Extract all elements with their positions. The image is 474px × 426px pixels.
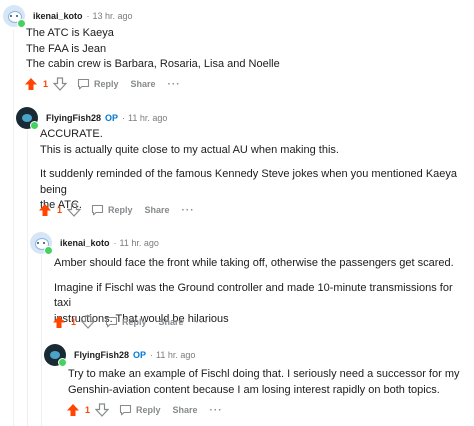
comment-header: FlyingFish28 OP · 11 hr. ago xyxy=(44,344,195,367)
comment-text-line: The cabin crew is Barbara, Rosaria, Lisa… xyxy=(26,58,280,70)
comment-body: Try to make an example of Fischl doing t… xyxy=(68,367,472,398)
comment-bubble-icon xyxy=(91,204,104,216)
separator: · xyxy=(113,238,117,248)
comment: ikenai_koto · 11 hr. ago Amber should fa… xyxy=(0,225,474,340)
timestamp[interactable]: 13 hr. ago xyxy=(93,11,133,21)
comment-text-line: The FAA is Jean xyxy=(26,42,107,55)
timestamp[interactable]: 11 hr. ago xyxy=(156,350,195,360)
share-button[interactable]: Share xyxy=(159,317,184,327)
comment-header: ikenai_koto · 13 hr. ago xyxy=(3,5,133,28)
comment-bubble-icon xyxy=(119,404,132,416)
username[interactable]: ikenai_koto xyxy=(33,11,83,21)
reply-label: Reply xyxy=(136,405,161,415)
comment-text-line: It suddenly reminded of the famous Kenne… xyxy=(40,168,458,196)
comment-actions: 1 Reply Share ··· xyxy=(38,202,195,218)
reply-button[interactable]: Reply xyxy=(119,404,161,416)
vote-score: 1 xyxy=(85,405,91,415)
comment-text-line: Genshin-aviation content because I am lo… xyxy=(68,383,440,396)
comment-actions: 1 Reply Share ··· xyxy=(52,314,209,330)
vote-score: 1 xyxy=(43,79,49,89)
online-status-icon xyxy=(58,358,67,367)
vote-score: 1 xyxy=(57,205,63,215)
timestamp[interactable]: 11 hr. ago xyxy=(120,238,159,248)
reply-label: Reply xyxy=(94,79,119,89)
separator: · xyxy=(86,11,90,21)
more-options-button[interactable]: ··· xyxy=(168,79,181,90)
comment: FlyingFish28 OP · 11 hr. ago ACCURATE. T… xyxy=(0,100,474,225)
reply-button[interactable]: Reply xyxy=(77,78,119,90)
comment: ikenai_koto · 13 hr. ago The ATC is Kaey… xyxy=(0,0,474,100)
upvote-arrow-icon[interactable] xyxy=(24,77,38,91)
vote-score: 1 xyxy=(71,317,77,327)
downvote-arrow-icon[interactable] xyxy=(53,77,68,91)
online-status-icon xyxy=(44,246,53,255)
avatar[interactable] xyxy=(16,107,39,130)
op-badge: OP xyxy=(105,113,119,123)
online-status-icon xyxy=(17,19,26,28)
username[interactable]: FlyingFish28 xyxy=(46,113,101,123)
share-button[interactable]: Share xyxy=(131,79,156,89)
comment: FlyingFish28 OP · 11 hr. ago Try to make… xyxy=(0,340,474,426)
reply-button[interactable]: Reply xyxy=(91,204,133,216)
reply-label: Reply xyxy=(108,205,133,215)
reply-button[interactable]: Reply xyxy=(105,316,147,328)
comment-text-line: Imagine if Fischl was the Ground control… xyxy=(54,281,453,310)
username[interactable]: FlyingFish28 xyxy=(74,350,129,360)
upvote-arrow-icon[interactable] xyxy=(38,203,52,217)
comment-text-line: Amber should face the front while taking… xyxy=(54,257,454,269)
comment-bubble-icon xyxy=(77,78,90,90)
online-status-icon xyxy=(30,121,39,130)
comment-text-line: Try to make an example of Fischl doing t… xyxy=(68,368,460,380)
comment-actions: 1 Reply Share ··· xyxy=(24,76,181,92)
downvote-arrow-icon[interactable] xyxy=(95,403,110,417)
timestamp[interactable]: 11 hr. ago xyxy=(128,113,167,123)
more-options-button[interactable]: ··· xyxy=(196,317,209,328)
upvote-arrow-icon[interactable] xyxy=(66,403,80,417)
avatar[interactable] xyxy=(44,344,67,367)
downvote-arrow-icon[interactable] xyxy=(81,315,96,329)
upvote-arrow-icon[interactable] xyxy=(52,315,66,329)
downvote-arrow-icon[interactable] xyxy=(67,203,82,217)
more-options-button[interactable]: ··· xyxy=(210,405,223,416)
comment-body: The ATC is Kaeya The FAA is Jean The cab… xyxy=(26,26,466,73)
comment-header: ikenai_koto · 11 hr. ago xyxy=(30,232,159,255)
comment-header: FlyingFish28 OP · 11 hr. ago xyxy=(16,107,167,130)
comment-text-line: This is actually quite close to my actua… xyxy=(40,143,339,156)
comment-bubble-icon xyxy=(105,316,118,328)
comment-actions: 1 Reply Share ··· xyxy=(66,402,223,418)
avatar[interactable] xyxy=(30,232,53,255)
more-options-button[interactable]: ··· xyxy=(182,205,195,216)
username[interactable]: ikenai_koto xyxy=(60,238,110,248)
avatar[interactable] xyxy=(3,5,26,28)
separator: · xyxy=(150,350,154,360)
share-button[interactable]: Share xyxy=(145,205,170,215)
op-badge: OP xyxy=(133,350,147,360)
comment-text-line: The ATC is Kaeya xyxy=(26,27,114,39)
separator: · xyxy=(122,113,126,123)
reply-label: Reply xyxy=(122,317,147,327)
comment-text-line: ACCURATE. xyxy=(40,128,103,140)
comment-body: ACCURATE. This is actually quite close t… xyxy=(40,127,472,214)
share-button[interactable]: Share xyxy=(173,405,198,415)
